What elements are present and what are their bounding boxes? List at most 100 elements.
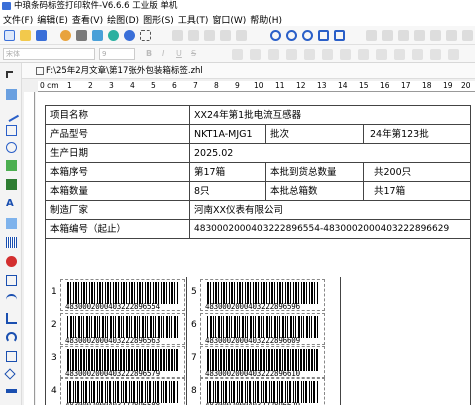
underline-icon[interactable]: U xyxy=(176,49,182,59)
table-row: 本箱数量 8只 本批总箱数 共17箱 xyxy=(46,182,470,201)
vertical-ruler xyxy=(24,92,35,405)
redo-icon[interactable] xyxy=(236,30,247,41)
polyline-tool-icon[interactable] xyxy=(6,313,17,324)
settings-icon[interactable] xyxy=(60,30,71,41)
barcode-cell[interactable]: 4830002000403222896610 xyxy=(200,346,325,378)
italic-icon[interactable]: I xyxy=(162,49,164,59)
ruler-tick: 17 xyxy=(401,81,411,90)
triangle-tool-icon[interactable] xyxy=(6,351,17,362)
barcode-tool-icon[interactable] xyxy=(6,237,17,248)
table-row: 制造厂家 河南XX仪表有限公司 xyxy=(46,201,470,220)
tab-title: F:\25年2月文章\第17张外包装箱标签.zhl xyxy=(46,66,203,76)
curve-tool-icon[interactable] xyxy=(6,294,17,305)
font-family-select[interactable]: 宋体 xyxy=(3,48,95,60)
tab-close-icon[interactable] xyxy=(36,67,44,75)
grid-icon[interactable] xyxy=(140,30,151,41)
text-tool-icon[interactable]: A xyxy=(6,198,17,209)
rotate-icon[interactable] xyxy=(430,49,441,60)
row-name: 产品型号 xyxy=(50,129,89,140)
print-preview-icon[interactable] xyxy=(92,30,103,41)
bold-icon[interactable]: B xyxy=(146,49,152,59)
full-screen-icon[interactable] xyxy=(334,30,345,41)
tool-icon-g[interactable] xyxy=(462,30,473,41)
barcode-cell[interactable]: 4830002000403222896554 xyxy=(60,279,185,311)
menu-view[interactable]: 查看(V) xyxy=(72,13,103,26)
font-size-select[interactable]: 9 xyxy=(99,48,135,60)
undo-icon[interactable] xyxy=(220,30,231,41)
tool-icon-f[interactable] xyxy=(446,30,457,41)
database-icon[interactable] xyxy=(108,30,119,41)
tool-icon-b[interactable] xyxy=(382,30,393,41)
menu-window[interactable]: 窗口(W) xyxy=(212,13,246,26)
align-left-icon[interactable] xyxy=(232,49,243,60)
ruler-tick: 3 xyxy=(109,81,114,90)
align-right-icon[interactable] xyxy=(268,49,279,60)
tool-icon-d[interactable] xyxy=(414,30,425,41)
align-center-icon[interactable] xyxy=(250,49,261,60)
menu-help[interactable]: 帮助(H) xyxy=(250,13,282,26)
menu-shape[interactable]: 图形(S) xyxy=(143,13,174,26)
group-icon[interactable] xyxy=(394,49,405,60)
barcode-cell[interactable]: 4830002000403222896596 xyxy=(200,279,325,311)
barcode-cell[interactable]: 4830002000403222896629 xyxy=(200,378,325,405)
shape-tool-icon[interactable] xyxy=(6,89,17,100)
paste-icon[interactable] xyxy=(204,30,215,41)
menu-file[interactable]: 文件(F) xyxy=(3,13,33,26)
flip-icon[interactable] xyxy=(448,49,459,60)
save-icon[interactable] xyxy=(36,30,47,41)
barcode-cell[interactable]: 4830002000403222896579 xyxy=(60,346,185,378)
connect-icon[interactable] xyxy=(124,30,135,41)
barcode-cell[interactable]: 4830002000403222896563 xyxy=(60,313,185,345)
table-row: 项目名称 XX24年第1批电流互感器 xyxy=(46,106,470,125)
fit-page-icon[interactable] xyxy=(318,30,329,41)
tool-icon-e[interactable] xyxy=(430,30,441,41)
new-icon[interactable] xyxy=(4,30,15,41)
lock-icon[interactable] xyxy=(412,49,423,60)
picture-tool-icon[interactable] xyxy=(6,179,17,190)
label-template[interactable]: 项目名称 XX24年第1批电流互感器 产品型号 NKT1A-MJG1 批次 24… xyxy=(45,105,471,405)
align-top-icon[interactable] xyxy=(304,49,315,60)
barcode-index: 4 xyxy=(51,386,57,396)
align-justify-icon[interactable] xyxy=(286,49,297,60)
pointer-tool-icon[interactable] xyxy=(6,71,13,78)
arc-tool-icon[interactable] xyxy=(6,332,17,343)
ruler-tick: 15 xyxy=(359,81,369,90)
cut-icon[interactable] xyxy=(172,30,183,41)
paragraph-tool-icon[interactable] xyxy=(6,218,17,229)
document-tab[interactable]: F:\25年2月文章\第17张外包装箱标签.zhl xyxy=(22,63,475,79)
align-bottom-icon[interactable] xyxy=(340,49,351,60)
zoom-in-icon[interactable] xyxy=(270,30,281,41)
barcode-text: 4830002000403222896596 xyxy=(205,302,300,311)
row-mid-value: 共17箱 xyxy=(374,186,406,197)
barcode-text: 4830002000403222896588 xyxy=(65,401,160,405)
tool-icon-a[interactable] xyxy=(366,30,377,41)
misc-tool-icon[interactable] xyxy=(6,389,17,393)
image-tool-icon[interactable] xyxy=(6,160,17,171)
menu-draw[interactable]: 绘图(D) xyxy=(107,13,139,26)
zoom-out-icon[interactable] xyxy=(286,30,297,41)
distribute-icon[interactable] xyxy=(358,49,369,60)
menu-tools[interactable]: 工具(T) xyxy=(178,13,209,26)
barcode-bars xyxy=(207,381,319,403)
menu-edit[interactable]: 编辑(E) xyxy=(37,13,68,26)
line-tool-icon[interactable] xyxy=(3,106,20,123)
rectangle-tool-icon[interactable] xyxy=(6,125,17,136)
row-mid-value: 共200只 xyxy=(374,167,412,178)
copy-icon[interactable] xyxy=(188,30,199,41)
table-tool-icon[interactable] xyxy=(6,275,17,286)
horizontal-ruler: 0 cm 1 2 3 4 5 6 7 8 9 10 11 12 13 14 15… xyxy=(38,81,475,92)
diamond-tool-icon[interactable] xyxy=(4,368,16,380)
design-canvas[interactable]: 项目名称 XX24年第1批电流互感器 产品型号 NKT1A-MJG1 批次 24… xyxy=(36,92,475,405)
print-icon[interactable] xyxy=(76,30,87,41)
barcode-cell[interactable]: 4830002000403222896588 xyxy=(60,378,185,405)
layer-icon[interactable] xyxy=(376,49,387,60)
ellipse-tool-icon[interactable] xyxy=(6,142,17,153)
strikethrough-icon[interactable]: S xyxy=(191,49,196,59)
tool-icon-c[interactable] xyxy=(398,30,409,41)
qrcode-tool-icon[interactable] xyxy=(6,256,17,267)
align-middle-icon[interactable] xyxy=(322,49,333,60)
barcode-cell[interactable]: 4830002000403222896609 xyxy=(200,313,325,345)
zoom-fit-icon[interactable] xyxy=(302,30,313,41)
ruler-tick: 5 xyxy=(151,81,156,90)
open-icon[interactable] xyxy=(20,30,31,41)
